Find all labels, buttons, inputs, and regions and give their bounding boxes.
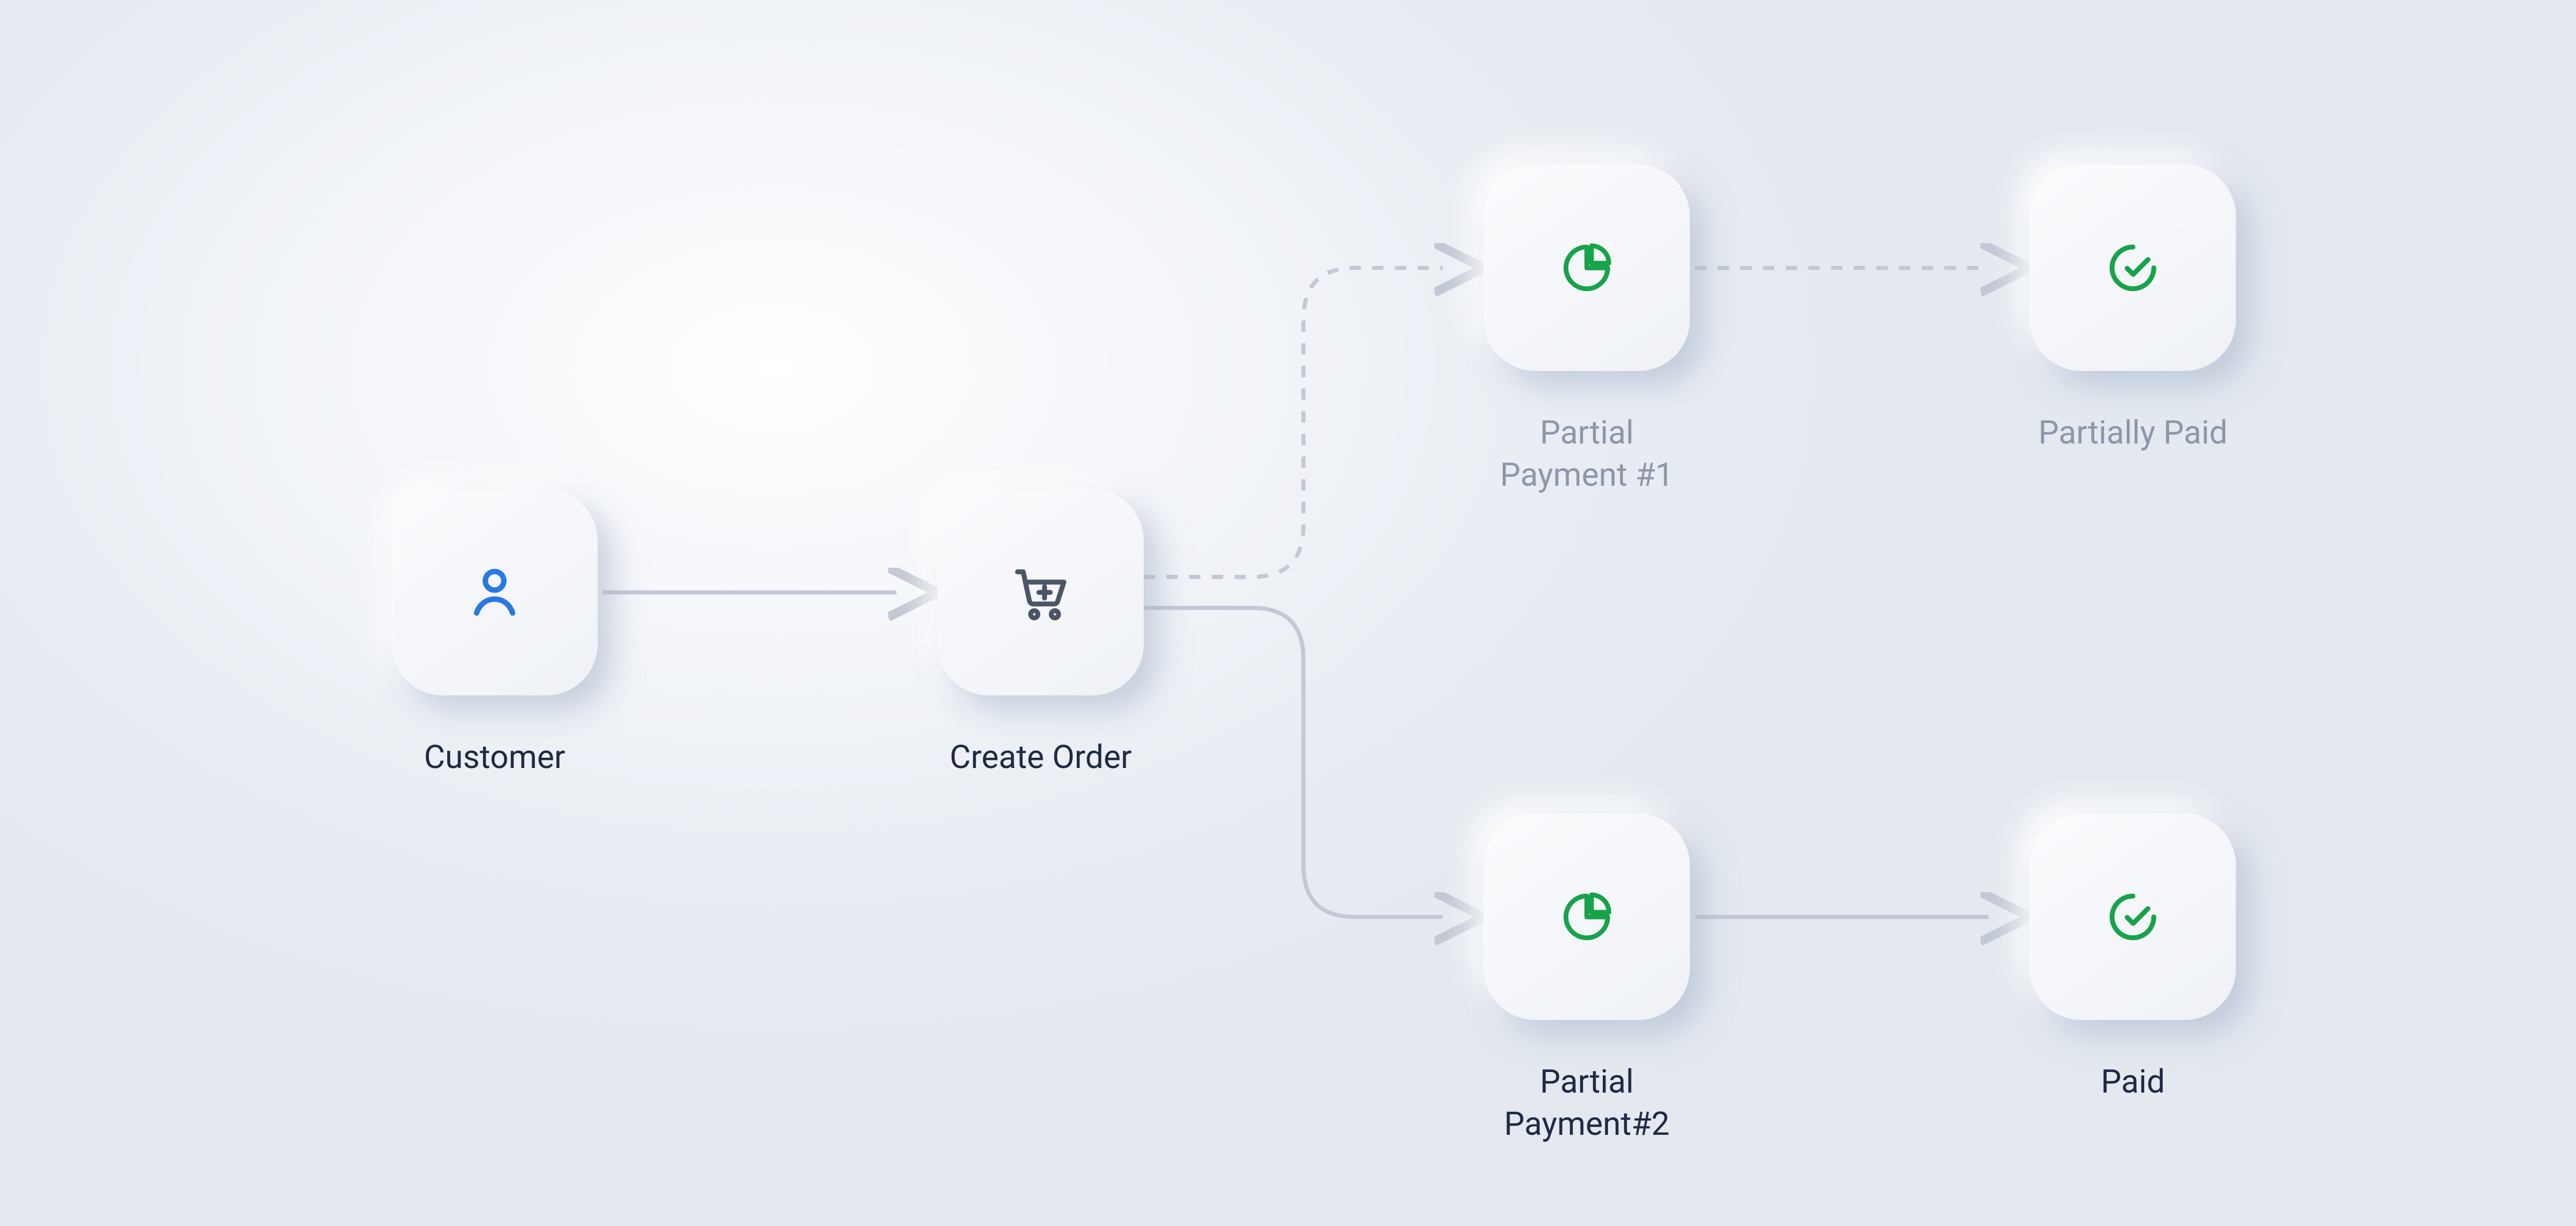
node-create-order (938, 489, 1144, 695)
pie-icon (1559, 889, 1615, 945)
label-create-order: Create Order (907, 737, 1175, 779)
label-partial-payment-2: Partial Payment#2 (1453, 1061, 1721, 1146)
label-partially-paid: Partially Paid (1999, 412, 2267, 454)
check-icon (2105, 889, 2161, 945)
node-partially-paid (2030, 165, 2236, 371)
node-partial-payment-1 (1484, 165, 1690, 371)
node-partial-payment-2 (1484, 814, 1690, 1020)
user-icon (464, 561, 526, 623)
node-paid (2030, 814, 2236, 1020)
label-customer: Customer (361, 737, 629, 779)
label-paid: Paid (1999, 1061, 2267, 1103)
pie-icon (1559, 240, 1615, 296)
edge-create-order-to-partial-1 (1144, 268, 1443, 577)
cart-icon (1010, 561, 1072, 623)
check-icon (2105, 240, 2161, 296)
node-customer (392, 489, 598, 695)
edge-create-order-to-partial-2 (1144, 608, 1443, 917)
label-partial-payment-1: Partial Payment #1 (1453, 412, 1721, 497)
